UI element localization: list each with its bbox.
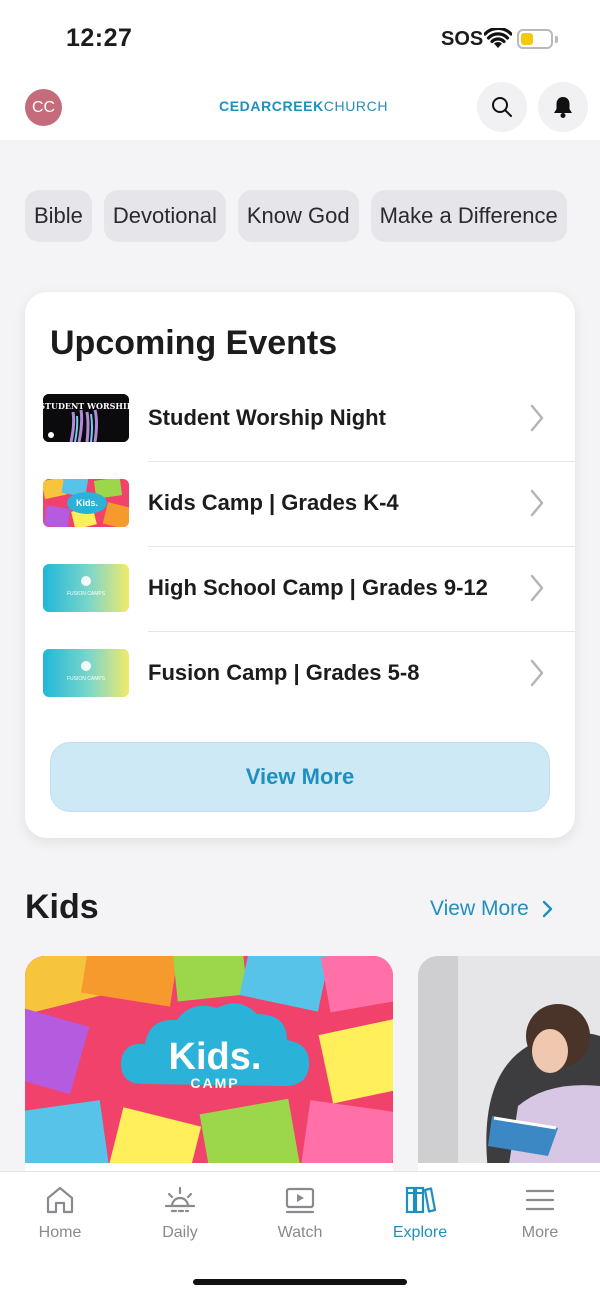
event-thumbnail: FUSION CAMPS: [43, 564, 129, 612]
chevron-right-icon: [530, 489, 544, 517]
tab-label: Daily: [162, 1224, 198, 1241]
battery-icon: [517, 29, 553, 49]
kids-view-more-label: View More: [430, 897, 529, 920]
kids-reading-image: [418, 956, 600, 1171]
tab-label: Explore: [392, 1224, 448, 1241]
tab-label: Home: [38, 1224, 82, 1241]
tab-home[interactable]: Home: [0, 1184, 120, 1254]
search-icon: [492, 97, 512, 117]
kids-camp-card[interactable]: Kids. CAMP: [25, 956, 393, 1171]
chip-make-a-difference[interactable]: Make a Difference: [370, 190, 567, 242]
upcoming-events-card: Upcoming Events STUDENT WORSHIP Student …: [25, 292, 575, 838]
card-footer-strip: [418, 1163, 600, 1171]
svg-text:Kids.: Kids.: [76, 498, 98, 508]
svg-text:FUSION CAMPS: FUSION CAMPS: [67, 676, 106, 682]
event-label: High School Camp | Grades 9-12: [148, 575, 488, 600]
menu-icon: [525, 1189, 555, 1211]
event-label: Kids Camp | Grades K-4: [148, 490, 399, 515]
category-chips: Bible Devotional Know God Make a Difference: [25, 190, 600, 242]
brand-logo: CEDARCREEKCHURCH: [219, 98, 389, 114]
home-indicator[interactable]: [193, 1279, 407, 1285]
home-icon: [46, 1186, 74, 1214]
tab-label: More: [521, 1224, 559, 1241]
svg-text:CAMP: CAMP: [190, 1075, 239, 1091]
event-row-kids-camp[interactable]: Kids. Kids Camp | Grades K-4: [25, 462, 575, 547]
sunrise-icon: [164, 1186, 196, 1213]
kids-section-title: Kids: [25, 888, 99, 926]
event-label: Student Worship Night: [148, 405, 386, 430]
svg-text:Kids.: Kids.: [169, 1036, 262, 1078]
chevron-right-icon: [542, 900, 553, 918]
notifications-button[interactable]: [538, 82, 588, 132]
kids-reading-card[interactable]: [418, 956, 600, 1171]
svg-text:STUDENT WORSHIP: STUDENT WORSHIP: [43, 401, 129, 411]
battery-cap: [555, 36, 558, 43]
tab-more[interactable]: More: [480, 1184, 600, 1254]
kids-view-more-link[interactable]: View More: [430, 897, 555, 921]
wifi-icon: [484, 28, 512, 48]
event-row-fusion-camp[interactable]: FUSION CAMPS Fusion Camp | Grades 5-8: [25, 632, 575, 717]
event-row-high-school-camp[interactable]: FUSION CAMPS High School Camp | Grades 9…: [25, 547, 575, 632]
chevron-right-icon: [530, 574, 544, 602]
chevron-right-icon: [530, 659, 544, 687]
chip-bible[interactable]: Bible: [25, 190, 92, 242]
app-header: CC CEDARCREEKCHURCH: [0, 80, 600, 140]
search-button[interactable]: [477, 82, 527, 132]
event-row-student-worship[interactable]: STUDENT WORSHIP Student Worship Night: [25, 377, 575, 462]
tab-explore[interactable]: Explore: [360, 1184, 480, 1254]
event-label: Fusion Camp | Grades 5-8: [148, 660, 420, 685]
event-thumbnail: Kids.: [43, 479, 129, 527]
chevron-right-icon: [530, 404, 544, 432]
tab-label: Watch: [277, 1224, 323, 1241]
bell-icon: [554, 97, 572, 118]
event-thumbnail: STUDENT WORSHIP: [43, 394, 129, 442]
events-view-more-button[interactable]: View More: [50, 742, 550, 812]
tab-daily[interactable]: Daily: [120, 1184, 240, 1254]
upcoming-events-title: Upcoming Events: [50, 324, 338, 362]
chip-devotional[interactable]: Devotional: [103, 190, 226, 242]
sos-indicator: SOS: [441, 28, 484, 50]
event-thumbnail: FUSION CAMPS: [43, 649, 129, 697]
status-time: 12:27: [66, 24, 133, 52]
chip-know-god[interactable]: Know God: [237, 190, 359, 242]
tab-watch[interactable]: Watch: [240, 1184, 360, 1254]
card-footer-strip: [25, 1163, 393, 1171]
kids-camp-image: Kids. CAMP: [25, 956, 393, 1171]
books-icon: [405, 1186, 436, 1214]
play-icon: [285, 1187, 315, 1214]
svg-text:FUSION CAMPS: FUSION CAMPS: [67, 591, 106, 597]
status-bar: 12:27 SOS: [0, 0, 600, 80]
avatar[interactable]: CC: [25, 89, 62, 126]
